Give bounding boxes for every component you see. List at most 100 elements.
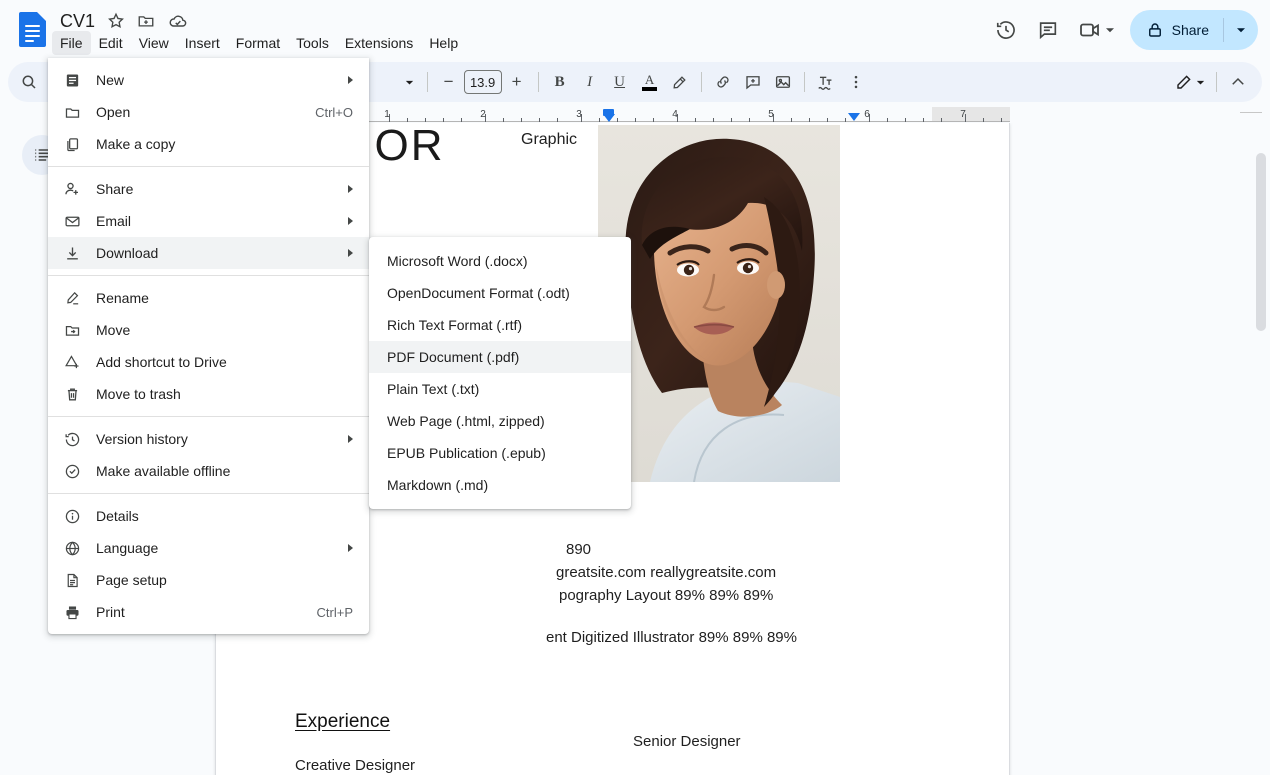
menu-item-shortcut: Ctrl+O: [315, 104, 353, 120]
page-setup-icon: [62, 570, 82, 590]
app-header: CV1 File Edit View Insert Format Tools E…: [0, 0, 1270, 60]
submenu-arrow-icon: [348, 544, 353, 552]
menu-view[interactable]: View: [131, 31, 177, 55]
download-option-html[interactable]: Web Page (.html, zipped): [369, 405, 631, 437]
menu-item-label: Add shortcut to Drive: [96, 354, 227, 370]
info-icon: [62, 506, 82, 526]
menu-item-add-shortcut-to-drive[interactable]: Add shortcut to Drive: [48, 346, 369, 378]
menu-item-rename[interactable]: Rename: [48, 282, 369, 314]
insert-image-icon[interactable]: [769, 68, 797, 96]
underline-button[interactable]: U: [606, 68, 634, 96]
chevron-down-icon: [405, 80, 413, 85]
text-color-letter: A: [644, 72, 655, 87]
menu-item-make-a-copy[interactable]: Make a copy: [48, 128, 369, 160]
menu-item-make-available-offline[interactable]: Make available offline: [48, 455, 369, 487]
menu-tools[interactable]: Tools: [288, 31, 337, 55]
toolbar-divider: [803, 72, 805, 92]
download-option-pdf[interactable]: PDF Document (.pdf): [369, 341, 631, 373]
scrollbar-top-divider: [1240, 112, 1262, 113]
doc-text-line: pography Layout 89% 89% 89%: [559, 587, 774, 604]
font-size-increase-button[interactable]: +: [503, 68, 531, 96]
google-docs-logo[interactable]: [16, 8, 48, 50]
download-option-rtf[interactable]: Rich Text Format (.rtf): [369, 309, 631, 341]
resume-portrait-photo[interactable]: [598, 125, 840, 482]
job-title-left: Creative Designer: [295, 757, 416, 774]
history-icon: [62, 429, 82, 449]
submenu-arrow-icon: [348, 185, 353, 193]
menu-item-email[interactable]: Email: [48, 205, 369, 237]
trash-icon: [62, 384, 82, 404]
font-size-input[interactable]: 13.9: [463, 70, 502, 94]
menu-item-new[interactable]: New: [48, 64, 369, 96]
menu-item-move[interactable]: Move: [48, 314, 369, 346]
menu-item-label: Open: [96, 104, 131, 120]
scrollbar-thumb[interactable]: [1256, 153, 1266, 331]
menu-item-print[interactable]: Print Ctrl+P: [48, 596, 369, 628]
font-size-decrease-button[interactable]: −: [435, 68, 463, 96]
menu-item-details[interactable]: Details: [48, 500, 369, 532]
menu-item-open[interactable]: Open Ctrl+O: [48, 96, 369, 128]
bold-button[interactable]: B: [546, 68, 574, 96]
vertical-scrollbar[interactable]: [1254, 123, 1268, 775]
drive-shortcut-icon: [62, 352, 82, 372]
menu-file[interactable]: File: [52, 31, 91, 55]
menu-edit[interactable]: Edit: [91, 31, 131, 55]
download-option-txt[interactable]: Plain Text (.txt): [369, 373, 631, 405]
move-to-folder-icon[interactable]: [134, 9, 158, 33]
version-history-icon[interactable]: [986, 10, 1026, 50]
highlight-color-button[interactable]: [666, 68, 694, 96]
italic-button[interactable]: I: [576, 68, 604, 96]
menu-item-label: Details: [96, 508, 139, 524]
cloud-saved-icon[interactable]: [166, 9, 190, 33]
menu-divider: [48, 493, 369, 494]
text-color-swatch: [642, 87, 658, 91]
right-indent-marker[interactable]: [848, 113, 860, 121]
download-option-docx[interactable]: Microsoft Word (.docx): [369, 245, 631, 277]
text-style-icon[interactable]: [812, 68, 840, 96]
share-dropdown-caret[interactable]: [1224, 10, 1258, 50]
header-actions: Share: [986, 6, 1258, 54]
chevron-down-icon: [1237, 28, 1245, 33]
folder-open-icon: [62, 102, 82, 122]
text-color-button[interactable]: A: [636, 68, 664, 96]
search-icon[interactable]: [15, 68, 43, 96]
menu-help[interactable]: Help: [421, 31, 466, 55]
star-icon[interactable]: [104, 9, 128, 33]
more-options-icon[interactable]: [842, 68, 870, 96]
editing-mode-button[interactable]: [1171, 68, 1210, 96]
doc-text-line: ent Digitized Illustrator 89% 89% 89%: [546, 629, 797, 646]
menu-format[interactable]: Format: [228, 31, 288, 55]
menu-item-version-history[interactable]: Version history: [48, 423, 369, 455]
insert-link-icon[interactable]: [709, 68, 737, 96]
menu-item-label: Move: [96, 322, 131, 338]
print-icon: [62, 602, 82, 622]
add-comment-icon[interactable]: [739, 68, 767, 96]
hide-menus-icon[interactable]: [1224, 68, 1252, 96]
move-folder-icon: [62, 320, 82, 340]
file-menu-dropdown[interactable]: New Open Ctrl+O Make a copy Share Email …: [48, 58, 369, 634]
menu-item-page-setup[interactable]: Page setup: [48, 564, 369, 596]
download-option-epub[interactable]: EPUB Publication (.epub): [369, 437, 631, 469]
share-button[interactable]: Share: [1129, 10, 1258, 50]
resume-role-word: Graphic: [521, 131, 578, 148]
email-icon: [62, 211, 82, 231]
left-indent-marker[interactable]: [603, 114, 615, 122]
download-icon: [62, 243, 82, 263]
download-submenu[interactable]: Microsoft Word (.docx) OpenDocument Form…: [369, 237, 631, 509]
menu-item-language[interactable]: Language: [48, 532, 369, 564]
portrait-image: [598, 125, 840, 482]
menu-extensions[interactable]: Extensions: [337, 31, 421, 55]
offline-check-icon: [62, 461, 82, 481]
menu-item-move-to-trash[interactable]: Move to trash: [48, 378, 369, 410]
menu-insert[interactable]: Insert: [177, 31, 228, 55]
ruler-number: 3: [576, 109, 582, 120]
menu-item-shortcut: Ctrl+P: [316, 604, 353, 620]
menu-item-share[interactable]: Share: [48, 173, 369, 205]
download-option-odt[interactable]: OpenDocument Format (.odt): [369, 277, 631, 309]
menu-item-download[interactable]: Download: [48, 237, 369, 269]
menu-item-label: Make available offline: [96, 463, 231, 479]
meet-call-button[interactable]: [1070, 10, 1122, 50]
download-option-md[interactable]: Markdown (.md): [369, 469, 631, 501]
comment-icon[interactable]: [1028, 10, 1068, 50]
submenu-arrow-icon: [348, 435, 353, 443]
